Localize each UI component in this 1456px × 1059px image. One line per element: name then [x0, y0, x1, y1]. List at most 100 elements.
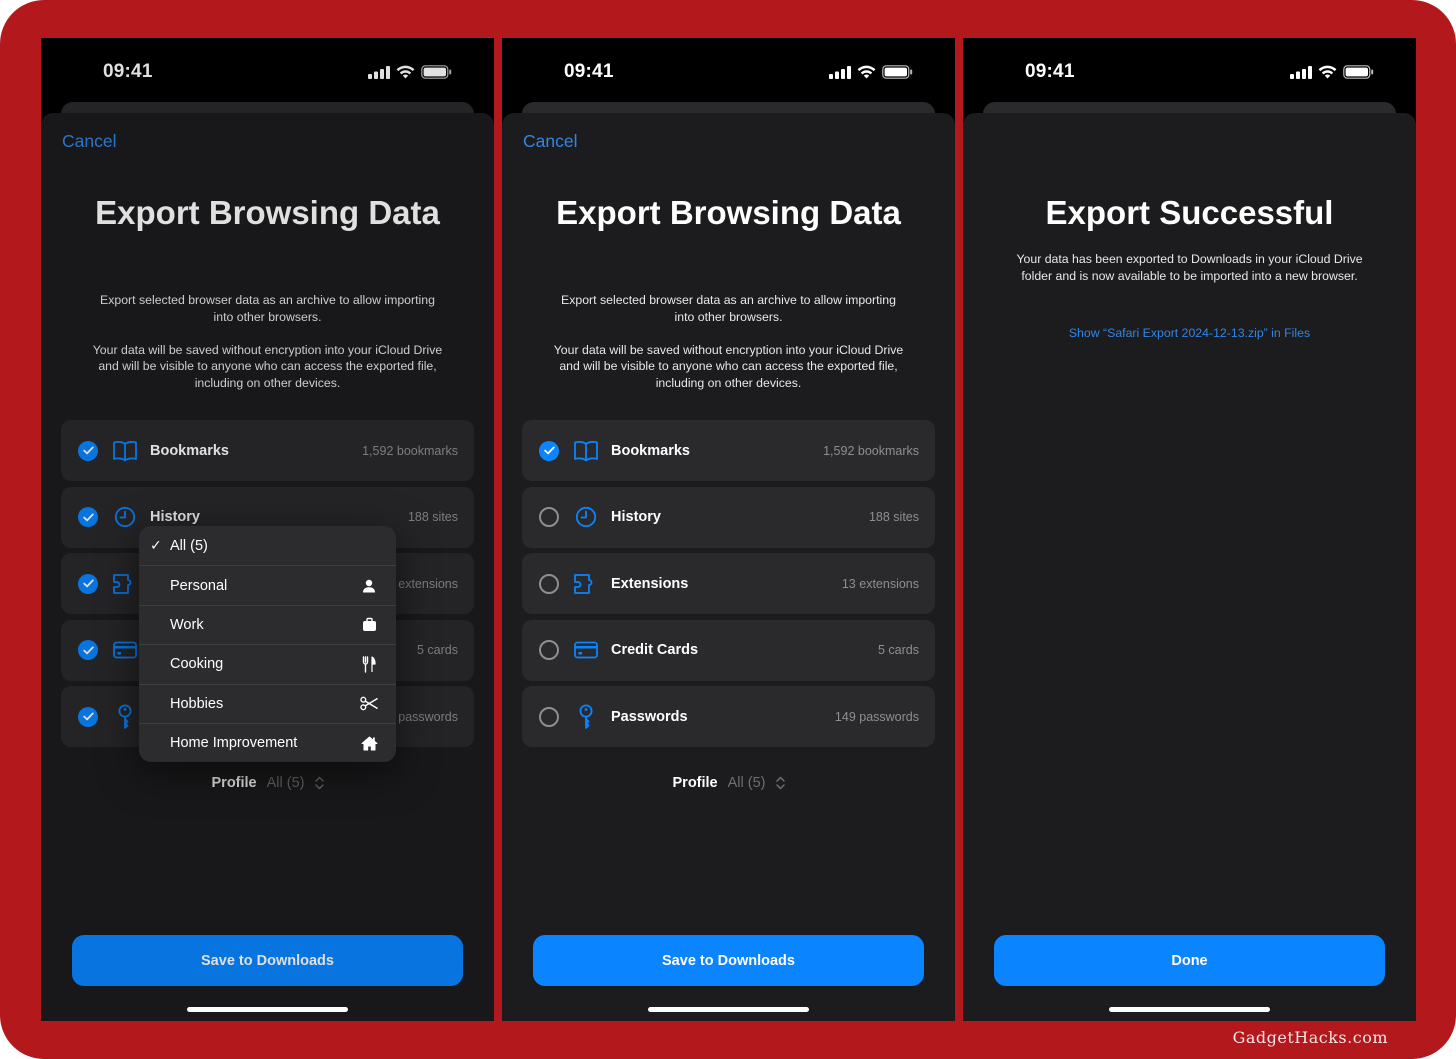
checkbox-checked[interactable] — [78, 573, 98, 594]
row-count: 1,592 bookmarks — [362, 443, 458, 458]
home-indicator[interactable] — [187, 1007, 348, 1012]
row-count: 188 sites — [407, 510, 458, 524]
status-bar: 09:41 — [502, 38, 955, 102]
checkbox-checked[interactable] — [78, 640, 98, 660]
row-count: 5 cards — [417, 643, 458, 657]
profile-picker: Profile All (5) — [502, 775, 955, 791]
checkbox-unchecked[interactable] — [539, 573, 559, 594]
person-icon — [360, 577, 378, 595]
success-description: Your data has been exported to Downloads… — [1016, 252, 1363, 283]
description-paragraph: Your data will be saved without encrypti… — [92, 342, 443, 390]
cancel-button[interactable]: Cancel — [62, 131, 116, 152]
status-time: 09:41 — [564, 61, 614, 82]
profile-select[interactable]: All (5) — [267, 775, 324, 791]
row-count: 1,592 bookmarks — [823, 443, 919, 458]
profile-picker: Profile All (5) — [41, 775, 494, 791]
row-label: Passwords — [611, 708, 688, 725]
row-label: Bookmarks — [611, 442, 690, 459]
checkbox-checked[interactable] — [78, 706, 98, 727]
status-time: 09:41 — [103, 61, 153, 82]
status-bar: 09:41 — [963, 38, 1416, 102]
profile-value: All (5) — [727, 775, 766, 791]
wifi-icon — [396, 65, 415, 79]
description-paragraph: Export selected browser data as an archi… — [561, 293, 896, 324]
briefcase-icon — [360, 616, 378, 634]
credit-card-icon — [112, 637, 138, 663]
done-button[interactable]: Done — [994, 935, 1385, 986]
battery-icon — [421, 65, 452, 79]
menu-item-label: Work — [170, 616, 204, 633]
checkbox-unchecked[interactable] — [539, 640, 559, 660]
row-count: 188 sites — [868, 510, 919, 524]
scissors-icon — [360, 695, 378, 713]
profile-label: Profile — [672, 775, 718, 791]
menu-item-label: All (5) — [170, 537, 208, 554]
menu-item-cooking[interactable]: Cooking — [139, 644, 396, 683]
row-label: History — [611, 509, 661, 525]
puzzle-icon — [112, 571, 138, 597]
row-passwords[interactable]: Passwords 149 passwords — [522, 686, 935, 747]
profile-value: All (5) — [266, 775, 305, 791]
status-time: 09:41 — [1025, 61, 1075, 82]
export-sheet: Cancel Export Browsing Data Export selec… — [502, 113, 955, 1021]
phone-screen-export-selection: 09:41 Cancel Export Browsing Data Export… — [502, 38, 955, 1021]
wifi-icon — [1318, 65, 1337, 79]
chevron-up-down-icon — [314, 776, 324, 790]
fork-knife-icon — [360, 655, 378, 673]
battery-icon — [882, 65, 913, 79]
book-icon — [573, 438, 599, 464]
checkbox-checked[interactable] — [78, 440, 98, 461]
page-title: Export Browsing Data — [556, 194, 901, 231]
save-to-downloads-button[interactable]: Save to Downloads — [533, 935, 924, 986]
row-history[interactable]: History 188 sites — [522, 486, 935, 548]
row-credit-cards[interactable]: Credit Cards 5 cards — [522, 619, 935, 681]
menu-item-hobbies[interactable]: Hobbies — [139, 683, 396, 723]
cancel-button[interactable]: Cancel — [523, 131, 577, 152]
profile-select[interactable]: All (5) — [728, 775, 785, 791]
row-label: Credit Cards — [611, 642, 699, 658]
row-bookmarks[interactable]: Bookmarks 1,592 bookmarks — [61, 420, 474, 481]
checkbox-checked[interactable] — [78, 507, 98, 527]
status-bar: 09:41 — [41, 38, 494, 102]
description: Export selected browser data as an archi… — [91, 292, 444, 391]
row-label: Extensions — [611, 575, 689, 592]
show-in-files-link[interactable]: Show “Safari Export 2024-12-13.zip” in F… — [983, 326, 1396, 340]
menu-item-home-improvement[interactable]: Home Improvement — [139, 722, 396, 762]
profile-label: Profile — [211, 775, 257, 791]
row-extensions[interactable]: Extensions 13 extensions — [522, 553, 935, 614]
menu-item-all-5[interactable]: ✓ All (5) — [139, 526, 396, 565]
home-indicator[interactable] — [1109, 1007, 1270, 1012]
cellular-signal-icon — [829, 65, 851, 79]
data-type-list: Bookmarks 1,592 bookmarks History 188 sites… — [522, 420, 935, 753]
wifi-icon — [857, 65, 876, 79]
success-sheet: Export Successful Your data has been exp… — [963, 113, 1416, 1021]
clock-icon — [112, 504, 138, 530]
row-count: 13 extensions — [841, 576, 919, 591]
checkbox-unchecked[interactable] — [539, 706, 559, 727]
description-paragraph: Your data will be saved without encrypti… — [553, 342, 904, 390]
menu-item-personal[interactable]: Personal — [139, 565, 396, 604]
save-to-downloads-button[interactable]: Save to Downloads — [72, 935, 463, 986]
checkmark-icon: ✓ — [150, 537, 162, 554]
menu-item-work[interactable]: Work — [139, 604, 396, 644]
clock-icon — [573, 504, 599, 530]
menu-item-label: Hobbies — [170, 695, 224, 712]
key-icon — [112, 704, 138, 730]
row-count: 5 cards — [878, 643, 919, 657]
checkbox-unchecked[interactable] — [539, 507, 559, 527]
description-paragraph: Export selected browser data as an archi… — [100, 293, 435, 324]
phone-screen-export-successful: 09:41 Export Successful Your data has be… — [963, 38, 1416, 1021]
home-indicator[interactable] — [648, 1007, 809, 1012]
checkbox-checked[interactable] — [539, 440, 559, 461]
book-icon — [112, 438, 138, 464]
phone-screen-export-with-profile-menu: 09:41 Cancel Export Browsing Data Export… — [41, 38, 494, 1021]
watermark: GadgetHacks.com — [1232, 1028, 1388, 1047]
row-label: History — [150, 509, 200, 525]
row-bookmarks[interactable]: Bookmarks 1,592 bookmarks — [522, 420, 935, 481]
key-icon — [573, 704, 599, 730]
menu-item-label: Home Improvement — [170, 735, 298, 752]
cellular-signal-icon — [368, 65, 390, 79]
page-title: Export Browsing Data — [95, 194, 440, 231]
row-count: 149 passwords — [834, 709, 919, 724]
description: Export selected browser data as an archi… — [552, 292, 905, 391]
